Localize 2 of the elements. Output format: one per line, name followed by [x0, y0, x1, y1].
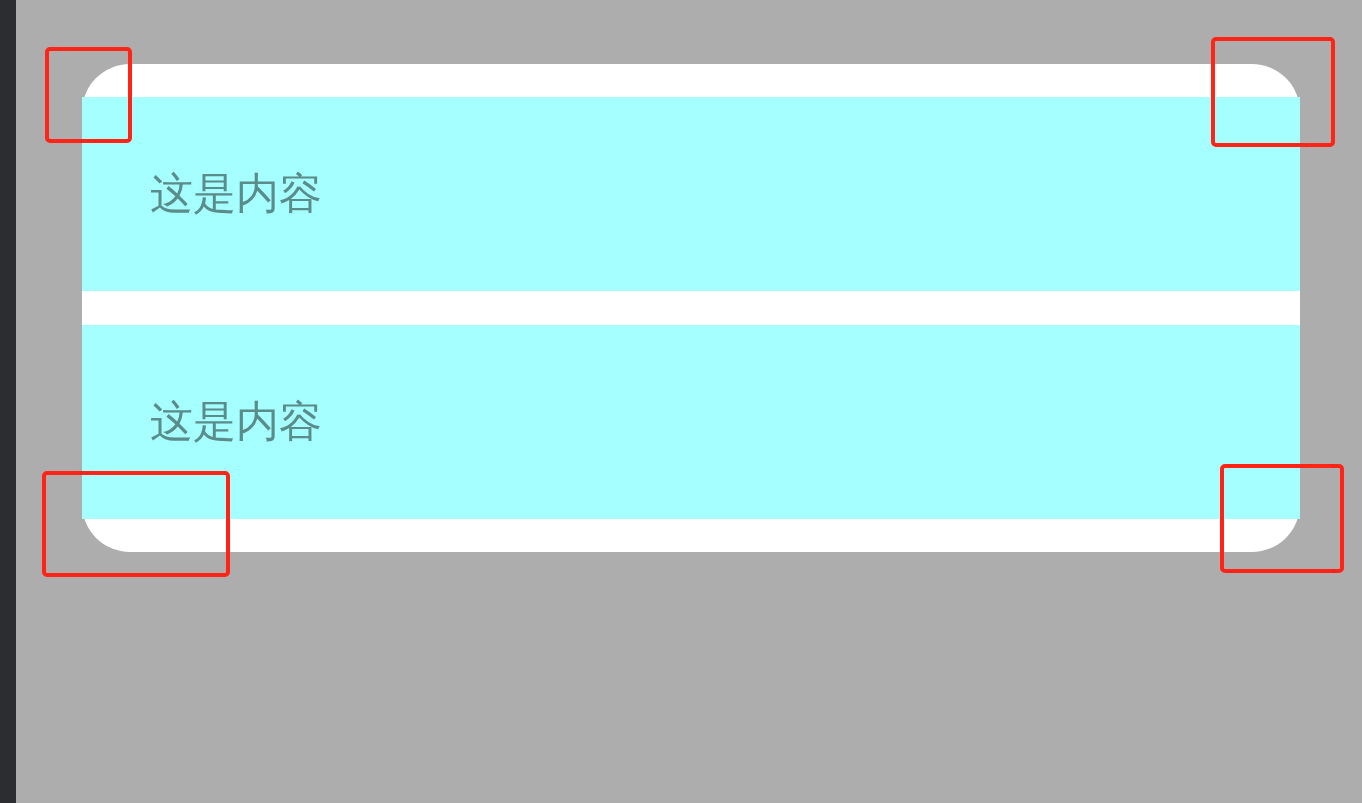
content-text: 这是内容	[150, 396, 322, 448]
content-text: 这是内容	[150, 168, 322, 220]
